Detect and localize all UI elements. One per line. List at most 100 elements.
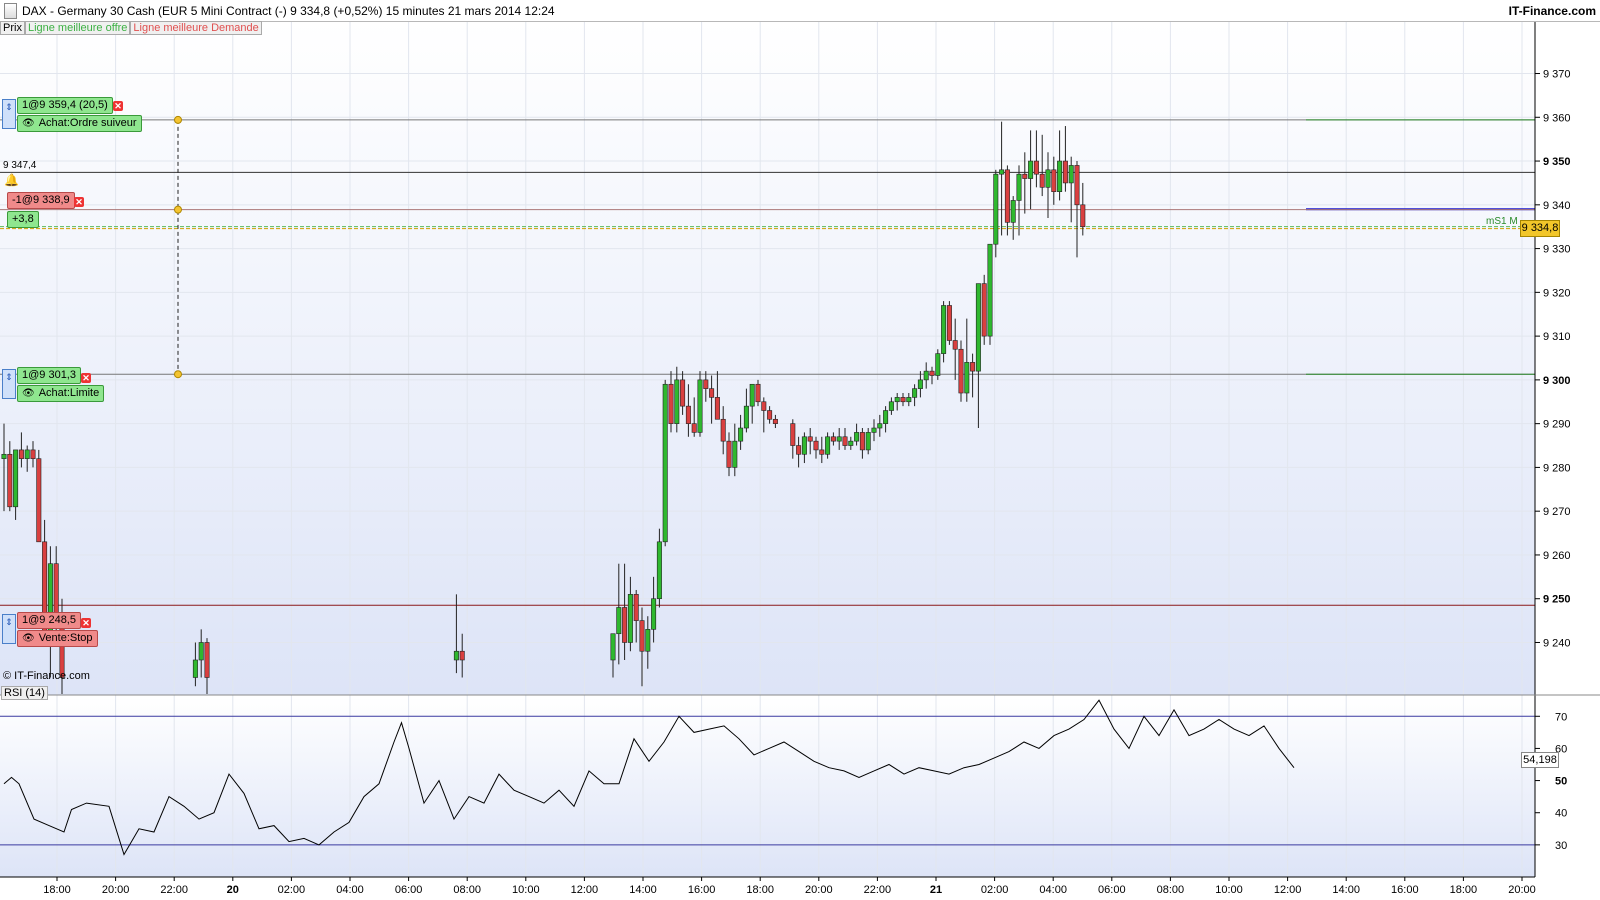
candle-body: [964, 362, 970, 394]
x-tick-label: 18:00: [746, 884, 774, 896]
limit-order-value[interactable]: 1@9 301,3: [17, 367, 81, 384]
trailing-order-label[interactable]: 👁 Achat:Ordre suiveur: [17, 115, 142, 132]
candle-body: [830, 436, 836, 442]
legend-prix[interactable]: Prix: [0, 21, 25, 35]
x-tick-label: 08:00: [453, 884, 481, 896]
candle-body: [981, 283, 987, 337]
bell-icon[interactable]: 🔔: [4, 173, 19, 187]
candle-body: [697, 379, 703, 433]
candle-body: [453, 650, 459, 661]
x-tick-label: 04:00: [1039, 884, 1067, 896]
y-tick-label: 9 240: [1543, 637, 1571, 649]
candle-body: [1080, 204, 1086, 228]
last-level-label: 9 347,4: [3, 160, 37, 171]
drag-arrows-icon[interactable]: ⇕: [2, 99, 16, 129]
candle-body: [18, 449, 24, 459]
candle-body: [854, 432, 860, 442]
candle-body: [1033, 160, 1039, 175]
stop-order-value[interactable]: 1@9 248,5: [17, 612, 81, 629]
candle-body: [923, 370, 929, 381]
candle-body: [674, 379, 680, 424]
candle-body: [714, 397, 720, 420]
candle-body: [970, 362, 976, 372]
rsi-y-tick-label: 30: [1555, 840, 1567, 852]
drag-arrows-icon[interactable]: ⇕: [2, 614, 16, 644]
rsi-y-tick-label: 50: [1555, 776, 1567, 788]
candle-body: [1004, 169, 1010, 223]
candle-body: [888, 401, 894, 411]
candle-body: [1039, 173, 1045, 188]
short-position-value[interactable]: -1@9 338,9: [7, 192, 75, 209]
candle-body: [204, 642, 210, 678]
close-icon[interactable]: ✕: [81, 373, 91, 383]
candle-body: [1057, 160, 1063, 192]
candle-body: [1045, 169, 1051, 188]
x-tick-label: 22:00: [864, 884, 892, 896]
y-tick-label: 9 270: [1543, 506, 1571, 518]
candle-body: [610, 633, 616, 661]
candle-body: [726, 440, 732, 468]
candle-body: [848, 440, 854, 446]
x-tick-label: 22:00: [160, 884, 188, 896]
y-tick-label: 9 360: [1543, 112, 1571, 124]
candle-body: [975, 283, 981, 372]
stop-order-type: Vente:Stop: [38, 632, 93, 644]
y-tick-label: 9 280: [1543, 462, 1571, 474]
candle-body: [749, 383, 755, 407]
candle-body: [993, 173, 999, 245]
candle-body: [668, 383, 674, 424]
ms1-label: mS1 M: [1486, 216, 1518, 227]
limit-order-label[interactable]: 👁 Achat:Limite: [17, 385, 105, 402]
x-tick-label: 08:00: [1157, 884, 1185, 896]
candle-body: [622, 607, 628, 643]
legend-offre[interactable]: Ligne meilleure offre: [24, 21, 131, 35]
position-pnl: +3,8: [7, 211, 39, 228]
x-tick-label: 18:00: [43, 884, 71, 896]
candle-body: [900, 397, 906, 403]
legend-demande[interactable]: Ligne meilleure Demande: [130, 21, 262, 35]
candle-body: [813, 440, 819, 451]
close-icon[interactable]: ✕: [113, 101, 123, 111]
close-icon[interactable]: ✕: [74, 197, 84, 207]
candle-body: [917, 379, 923, 389]
chart-title: DAX - Germany 30 Cash (EUR 5 Mini Contra…: [22, 4, 555, 18]
candle-body: [1051, 169, 1057, 192]
candle-body: [709, 388, 715, 398]
candle-body: [1022, 173, 1028, 179]
x-tick-label: 10:00: [512, 884, 540, 896]
x-tick-label: 16:00: [688, 884, 716, 896]
candle-body: [732, 440, 738, 468]
y-tick-label: 9 310: [1543, 331, 1571, 343]
window-icon[interactable]: [4, 3, 17, 19]
candle-body: [941, 305, 947, 354]
candle-body: [929, 370, 935, 376]
candle-body: [1068, 165, 1074, 184]
y-tick-label: 9 300: [1543, 375, 1571, 387]
x-tick-label: 06:00: [395, 884, 423, 896]
candle-body: [935, 353, 941, 376]
x-tick-label: 02:00: [278, 884, 306, 896]
stop-order-label[interactable]: 👁 Vente:Stop: [17, 630, 98, 647]
trailing-order-value[interactable]: 1@9 359,4 (20,5): [17, 97, 113, 114]
candle-body: [865, 432, 871, 451]
x-tick-label: 10:00: [1215, 884, 1243, 896]
candle-body: [627, 594, 633, 643]
candle-body: [645, 629, 651, 652]
candle-body: [767, 410, 773, 420]
eye-icon: 👁: [22, 633, 35, 644]
x-tick-label: 04:00: [336, 884, 364, 896]
y-tick-label: 9 340: [1543, 200, 1571, 212]
price-panel-bg: [0, 21, 1535, 695]
close-icon[interactable]: ✕: [81, 618, 91, 628]
eye-icon: 👁: [22, 118, 35, 129]
x-tick-label: 18:00: [1450, 884, 1478, 896]
rsi-title[interactable]: RSI (14): [1, 686, 48, 700]
y-tick-label: 9 250: [1543, 594, 1571, 606]
copyright: © IT-Finance.com: [3, 670, 90, 682]
drag-arrows-icon[interactable]: ⇕: [2, 369, 16, 399]
brand-link[interactable]: IT-Finance.com: [1509, 4, 1596, 18]
candle-body: [192, 659, 198, 678]
candle-body: [894, 397, 900, 403]
candle-body: [743, 405, 749, 429]
x-tick-label: 20:00: [805, 884, 833, 896]
